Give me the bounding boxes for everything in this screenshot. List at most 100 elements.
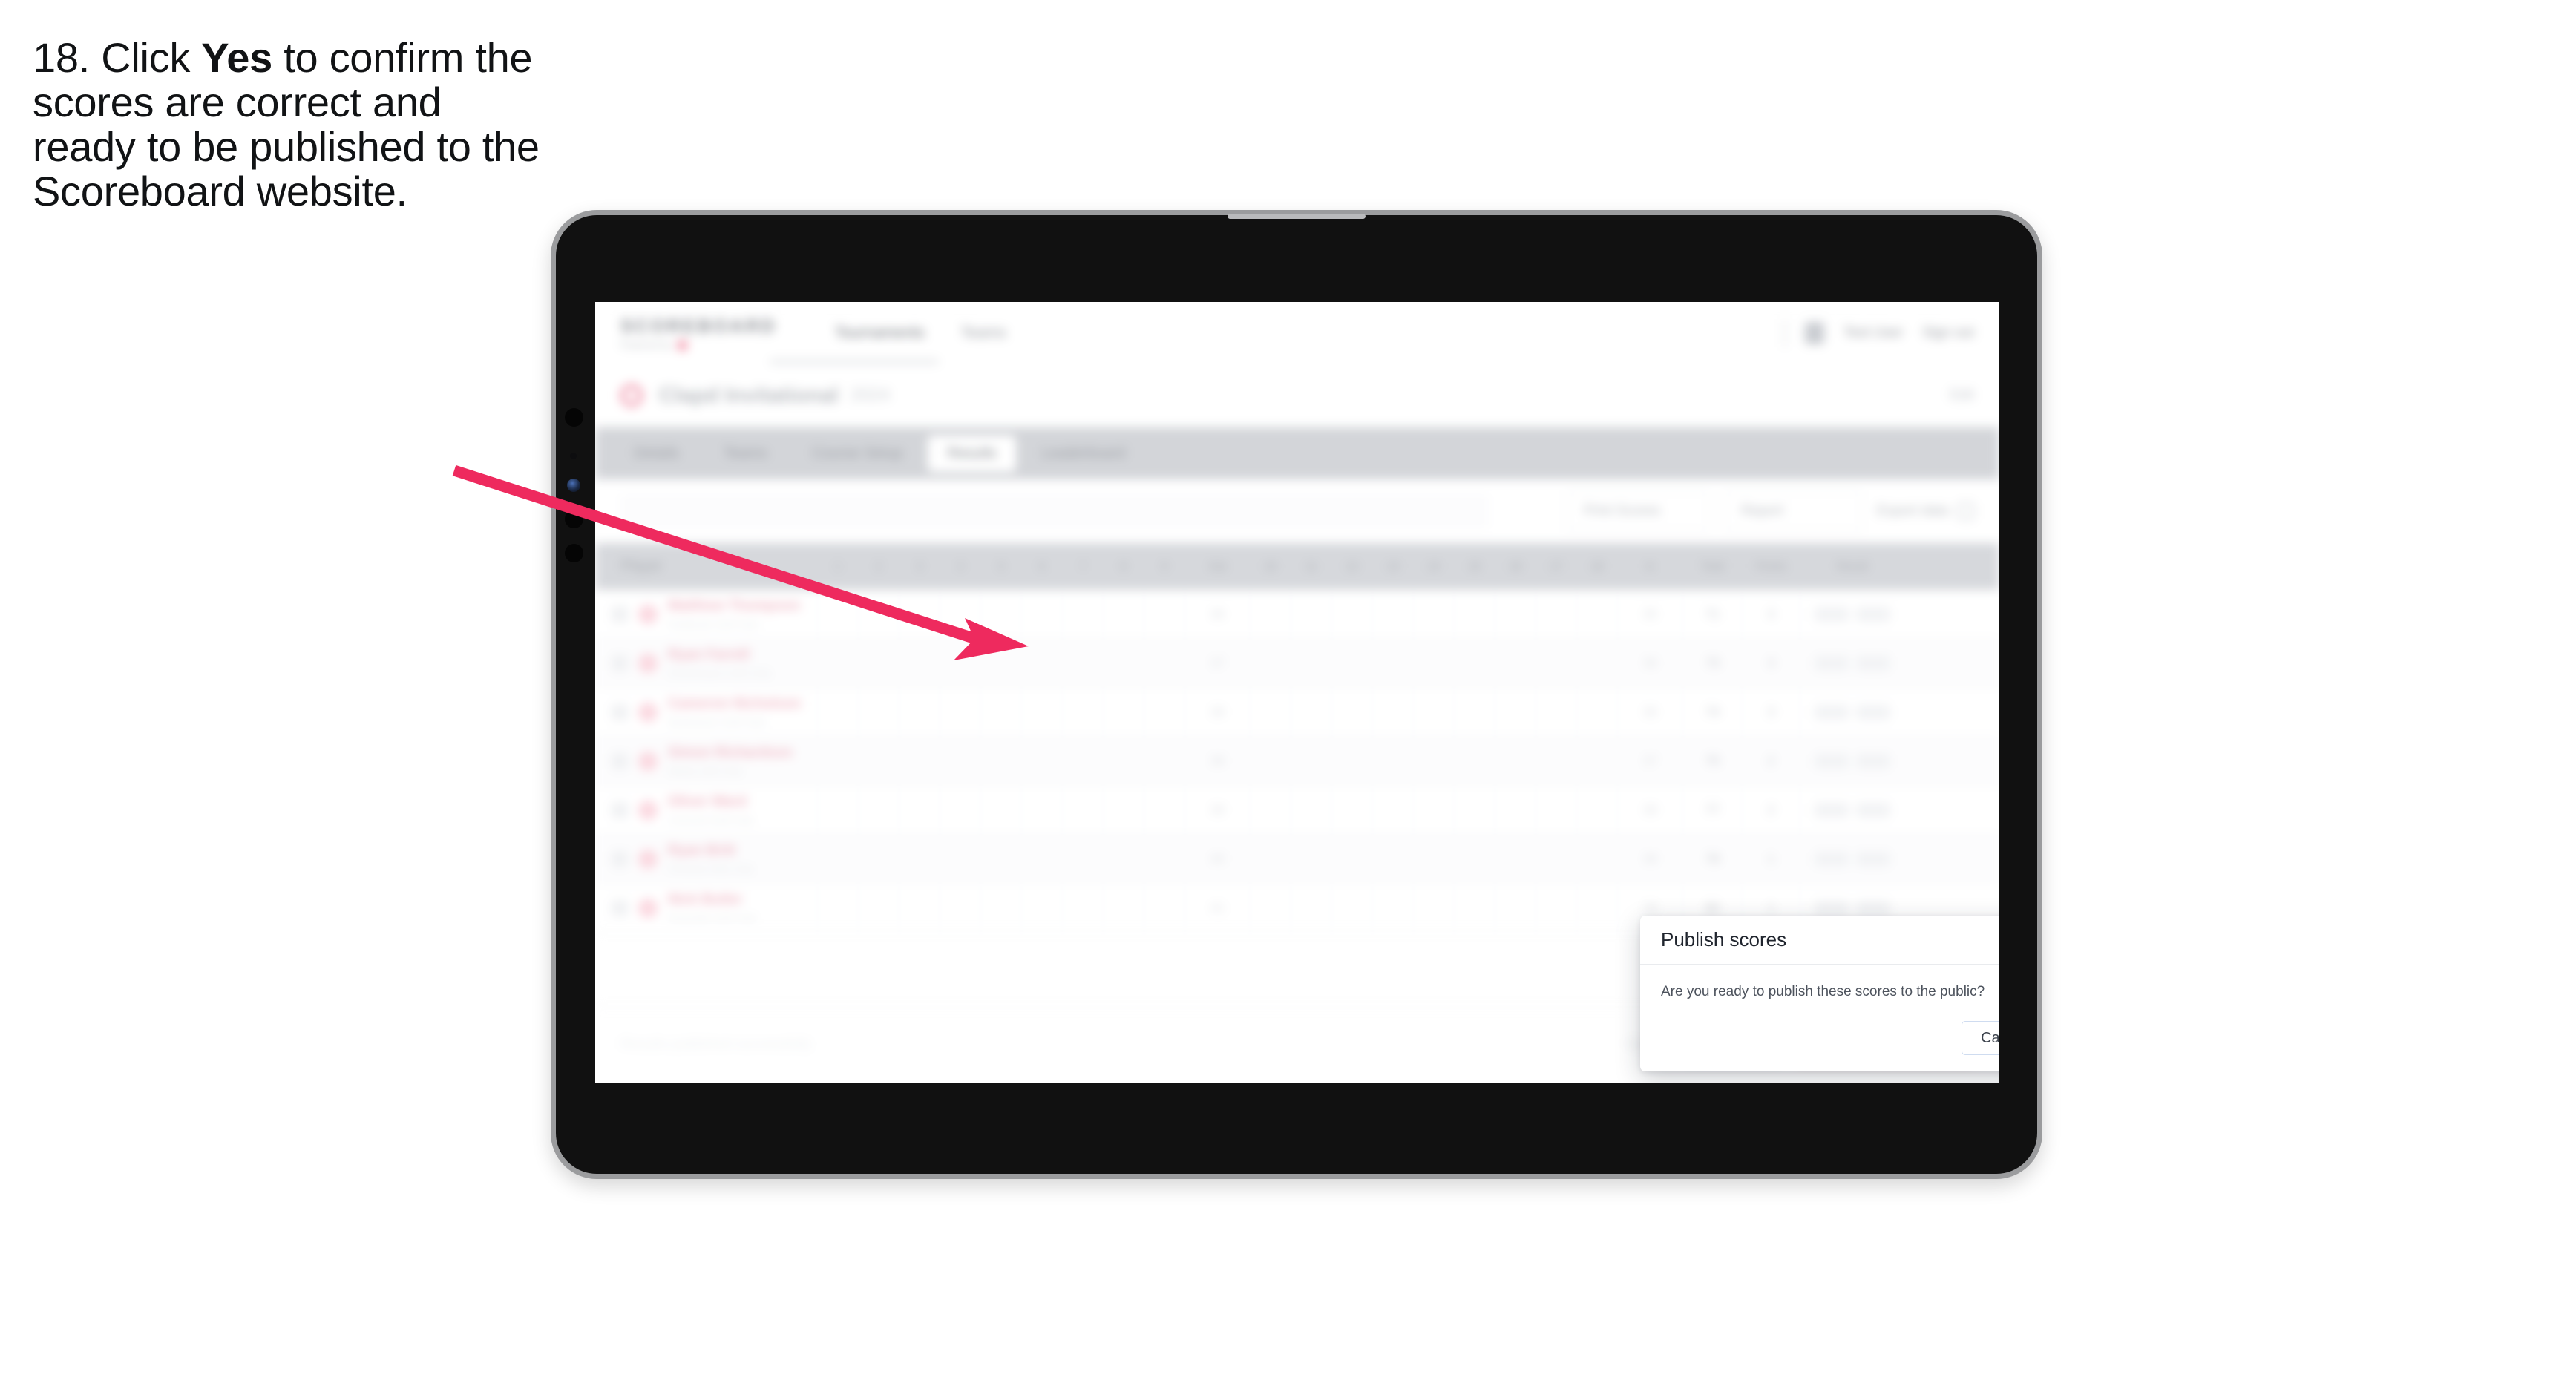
score-cell-h8[interactable] <box>1104 688 1144 736</box>
score-cell-h8[interactable] <box>1104 639 1144 687</box>
score-cell-h6[interactable] <box>1022 590 1063 638</box>
score-cell-h11[interactable] <box>1291 688 1332 736</box>
score-cell-h10[interactable] <box>1251 737 1291 785</box>
score-cell-h12[interactable] <box>1332 835 1373 883</box>
score-cell-h11[interactable] <box>1291 884 1332 932</box>
score-cell-h11[interactable] <box>1291 737 1332 785</box>
score-cell-h3[interactable] <box>899 639 940 687</box>
cancel-button[interactable]: Cancel <box>1962 1021 1999 1055</box>
print-scores-select[interactable]: Print Scores <box>1566 491 1709 531</box>
table-row[interactable]: Cameron Nicholson Bankstown Golf Club 38 36… <box>595 688 1999 737</box>
score-cell-h1[interactable] <box>818 835 859 883</box>
score-cell-h10[interactable] <box>1251 639 1291 687</box>
score-cell-h6[interactable] <box>1022 835 1063 883</box>
score-cell-h14[interactable] <box>1414 835 1455 883</box>
score-cell-h10[interactable] <box>1251 884 1291 932</box>
score-cell-h12[interactable] <box>1332 590 1373 638</box>
report-select[interactable]: Report <box>1723 491 1862 531</box>
score-cell-h15[interactable] <box>1455 884 1495 932</box>
tab-course-setup[interactable]: Course Setup <box>793 436 922 472</box>
score-cell-h14[interactable] <box>1414 688 1455 736</box>
score-cell-h6[interactable] <box>1022 639 1063 687</box>
score-cell-h1[interactable] <box>818 786 859 834</box>
score-cell-h13[interactable] <box>1373 590 1414 638</box>
score-cell-h14[interactable] <box>1414 884 1455 932</box>
score-cell-h12[interactable] <box>1332 688 1373 736</box>
score-cell-h9[interactable] <box>1144 688 1185 736</box>
score-cell-h7[interactable] <box>1063 786 1104 834</box>
score-cell-h5[interactable] <box>981 639 1022 687</box>
score-cell-h18[interactable] <box>1577 884 1618 932</box>
score-cell-h16[interactable] <box>1495 639 1536 687</box>
score-cell-h6[interactable] <box>1022 786 1063 834</box>
tab-leaderboard[interactable]: Leaderboard <box>1022 436 1144 472</box>
score-cell-h1[interactable] <box>818 688 859 736</box>
export-data-link[interactable]: Export data <box>1877 503 1974 519</box>
score-cell-h14[interactable] <box>1414 737 1455 785</box>
score-cell-h3[interactable] <box>899 688 940 736</box>
score-cell-h11[interactable] <box>1291 590 1332 638</box>
score-cell-h16[interactable] <box>1495 688 1536 736</box>
score-cell-h12[interactable] <box>1332 786 1373 834</box>
score-cell-h14[interactable] <box>1414 639 1455 687</box>
score-cell-h1[interactable] <box>818 737 859 785</box>
score-cell-h4[interactable] <box>940 590 981 638</box>
score-cell-h14[interactable] <box>1414 786 1455 834</box>
brand-logo[interactable]: SCOREBOARD Powered by <box>620 316 777 350</box>
score-cell-h8[interactable] <box>1104 786 1144 834</box>
score-cell-h16[interactable] <box>1495 835 1536 883</box>
score-cell-h4[interactable] <box>940 639 981 687</box>
score-cell-h12[interactable] <box>1332 639 1373 687</box>
score-cell-h7[interactable] <box>1063 835 1104 883</box>
score-cell-h1[interactable] <box>818 639 859 687</box>
score-cell-h5[interactable] <box>981 590 1022 638</box>
score-cell-h11[interactable] <box>1291 835 1332 883</box>
score-cell-h13[interactable] <box>1373 688 1414 736</box>
score-cell-h17[interactable] <box>1536 786 1577 834</box>
score-cell-h5[interactable] <box>981 835 1022 883</box>
score-cell-h7[interactable] <box>1063 737 1104 785</box>
score-cell-h2[interactable] <box>859 786 899 834</box>
row-checkbox[interactable] <box>612 850 628 867</box>
score-cell-h17[interactable] <box>1536 835 1577 883</box>
score-cell-h5[interactable] <box>981 884 1022 932</box>
row-checkbox[interactable] <box>612 703 628 720</box>
score-cell-h5[interactable] <box>981 737 1022 785</box>
score-cell-h6[interactable] <box>1022 688 1063 736</box>
score-cell-h11[interactable] <box>1291 786 1332 834</box>
score-cell-h8[interactable] <box>1104 590 1144 638</box>
score-cell-h9[interactable] <box>1144 786 1185 834</box>
score-cell-h9[interactable] <box>1144 737 1185 785</box>
score-cell-h16[interactable] <box>1495 590 1536 638</box>
row-checkbox[interactable] <box>612 899 628 916</box>
score-cell-h7[interactable] <box>1063 639 1104 687</box>
score-cell-h4[interactable] <box>940 835 981 883</box>
table-row[interactable]: Ryan Britt Pennant Hills Club 40 38 78 1 <box>595 835 1999 884</box>
score-cell-h10[interactable] <box>1251 590 1291 638</box>
tab-details[interactable]: Details <box>614 436 698 472</box>
score-cell-h3[interactable] <box>899 884 940 932</box>
search-input[interactable] <box>620 493 1489 529</box>
score-cell-h18[interactable] <box>1577 835 1618 883</box>
score-cell-h7[interactable] <box>1063 884 1104 932</box>
score-cell-h1[interactable] <box>818 590 859 638</box>
score-cell-h4[interactable] <box>940 688 981 736</box>
score-cell-h2[interactable] <box>859 884 899 932</box>
score-cell-h2[interactable] <box>859 590 899 638</box>
score-cell-h3[interactable] <box>899 590 940 638</box>
score-cell-h18[interactable] <box>1577 639 1618 687</box>
score-cell-h10[interactable] <box>1251 786 1291 834</box>
score-cell-h5[interactable] <box>981 688 1022 736</box>
score-cell-h11[interactable] <box>1291 639 1332 687</box>
score-cell-h17[interactable] <box>1536 884 1577 932</box>
score-cell-h3[interactable] <box>899 737 940 785</box>
tab-teams[interactable]: Teams <box>704 436 787 472</box>
score-cell-h9[interactable] <box>1144 835 1185 883</box>
score-cell-h9[interactable] <box>1144 884 1185 932</box>
score-cell-h18[interactable] <box>1577 590 1618 638</box>
row-checkbox[interactable] <box>612 605 628 623</box>
tab-results[interactable]: Results <box>928 435 1017 472</box>
score-cell-h18[interactable] <box>1577 737 1618 785</box>
score-cell-h7[interactable] <box>1063 688 1104 736</box>
score-cell-h4[interactable] <box>940 786 981 834</box>
